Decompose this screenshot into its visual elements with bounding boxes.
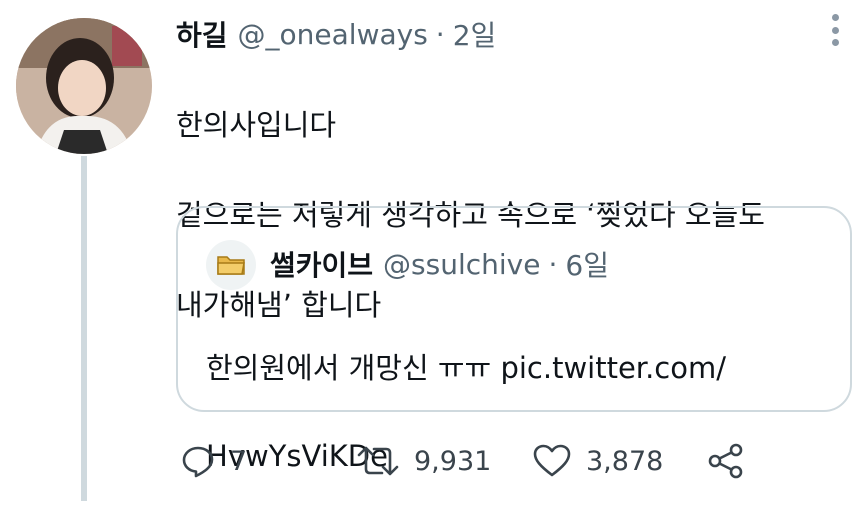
quoted-tweet[interactable]: 썰카이브 @ssulchive · 6일 한의원에서 개망신 ㅠㅠ pic.tw… (176, 206, 852, 473)
separator-dot: · (435, 17, 445, 51)
retweet-icon (357, 446, 399, 476)
retweet-count: 9,931 (414, 445, 492, 477)
share-button[interactable] (706, 436, 746, 486)
separator-dot: · (548, 247, 558, 281)
quote-text: 한의원에서 개망신 ㅠㅠ pic.twitter.com/ HvwYsViKDe (206, 302, 826, 522)
author-name[interactable]: 하길 (176, 14, 228, 54)
folder-icon (217, 256, 245, 275)
quote-author-name[interactable]: 썰카이브 (270, 244, 373, 284)
more-icon[interactable] (822, 12, 848, 48)
reply-count: 7 (230, 445, 248, 477)
author-handle[interactable]: @_onealways (238, 18, 428, 51)
quote-header: 썰카이브 @ssulchive · 6일 (270, 242, 609, 286)
avatar-photo (16, 18, 152, 154)
like-count: 3,878 (586, 445, 664, 477)
quote-author-handle[interactable]: @ssulchive (383, 248, 540, 281)
like-button[interactable]: 3,878 (532, 436, 663, 486)
heart-icon (533, 444, 571, 477)
tweet-header: 하길 @_onealways · 2일 (176, 14, 496, 54)
thread-line (81, 156, 87, 501)
quote-avatar[interactable] (206, 240, 256, 290)
quote-time[interactable]: 6일 (565, 244, 609, 284)
tweet-text-line: 한의사입니다 (176, 108, 337, 142)
retweet-button[interactable]: 9,931 (356, 436, 491, 486)
reply-icon (182, 446, 214, 478)
avatar[interactable] (16, 18, 152, 154)
reply-button[interactable]: 7 (180, 436, 247, 486)
action-bar: 7 9,931 3,878 (176, 436, 796, 486)
tweet-time[interactable]: 2일 (453, 14, 497, 54)
share-icon (708, 443, 743, 479)
quote-text-line: 한의원에서 개망신 ㅠㅠ pic.twitter.com/ (206, 351, 726, 385)
